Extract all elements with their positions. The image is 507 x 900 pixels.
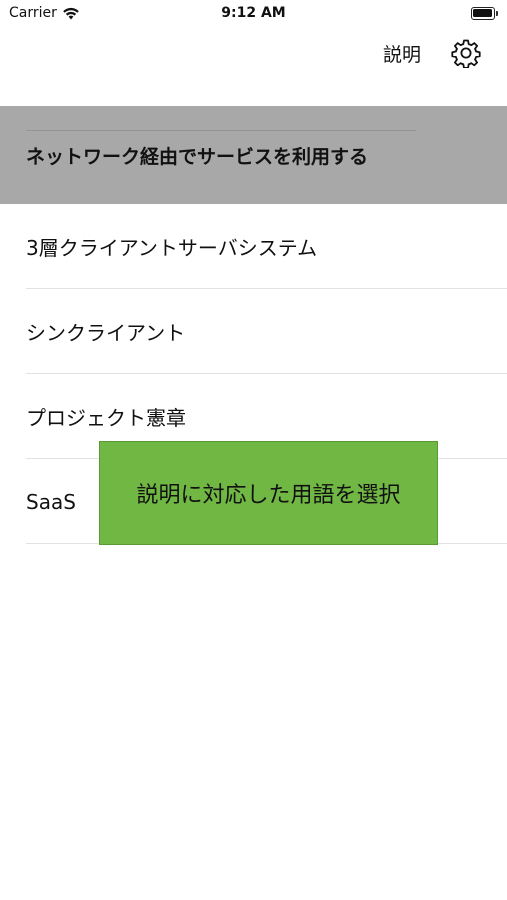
instruction-text: 説明に対応した用語を選択: [136, 483, 401, 508]
list-item-label: SaaS: [26, 489, 76, 514]
list-item[interactable]: シンクライアント: [0, 289, 507, 374]
instruction-banner: 説明に対応した用語を選択: [99, 441, 438, 545]
navigation-bar: 説明: [0, 28, 507, 76]
status-time: 9:12 AM: [221, 5, 286, 21]
explain-button[interactable]: 説明: [383, 40, 421, 67]
list-item-label: 3層クライアントサーバシステム: [26, 236, 318, 260]
list-item-label: シンクライアント: [26, 321, 186, 345]
status-bar: Carrier 9:12 AM: [0, 0, 507, 28]
app-screen: Carrier 9:12 AM 説明 ネットワーク経由でサービスを利用する 3層…: [0, 0, 507, 900]
list-item[interactable]: 3層クライアントサーバシステム: [0, 204, 507, 289]
gear-icon[interactable]: [451, 38, 481, 69]
battery-icon: [471, 7, 498, 20]
list-item-selected[interactable]: ネットワーク経由でサービスを利用する: [0, 106, 507, 204]
list-item-label: ネットワーク経由でサービスを利用する: [26, 145, 369, 168]
